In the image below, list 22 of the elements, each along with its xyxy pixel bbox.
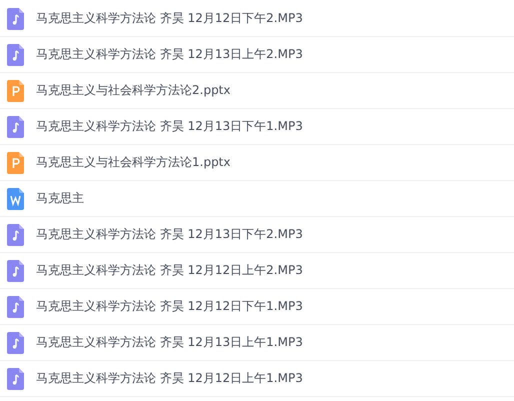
document-file-icon [7, 188, 24, 210]
music-file-icon [7, 224, 24, 246]
file-name[interactable]: 马克思主 [36, 190, 84, 207]
music-file-icon [7, 368, 24, 390]
slides-file-icon [7, 80, 24, 102]
file-name[interactable]: 马克思主义科学方法论 齐昊 12月13日上午1.MP3 [36, 334, 303, 351]
music-file-icon [7, 8, 24, 30]
file-name[interactable]: 马克思主义与社会科学方法论1.pptx [36, 154, 230, 171]
file-name[interactable]: 马克思主义科学方法论 齐昊 12月12日上午1.MP3 [36, 370, 303, 387]
file-name[interactable]: 马克思主义科学方法论 齐昊 12月12日上午2.MP3 [36, 262, 303, 279]
music-file-icon [7, 116, 24, 138]
music-file-icon [7, 296, 24, 318]
slides-file-icon [7, 152, 24, 174]
file-name[interactable]: 马克思主义科学方法论 齐昊 12月12日下午2.MP3 [36, 10, 303, 27]
file-name[interactable]: 马克思主义科学方法论 齐昊 12月13日下午2.MP3 [36, 226, 303, 243]
file-name[interactable]: 马克思主义科学方法论 齐昊 12月13日上午2.MP3 [36, 46, 303, 63]
file-name[interactable]: 马克思主义科学方法论 齐昊 12月12日下午1.MP3 [36, 298, 303, 315]
file-name[interactable]: 马克思主义与社会科学方法论2.pptx [36, 82, 230, 99]
music-file-icon [7, 44, 24, 66]
music-file-icon [7, 332, 24, 354]
file-name[interactable]: 马克思主义科学方法论 齐昊 12月13日下午1.MP3 [36, 118, 303, 135]
music-file-icon [7, 260, 24, 282]
